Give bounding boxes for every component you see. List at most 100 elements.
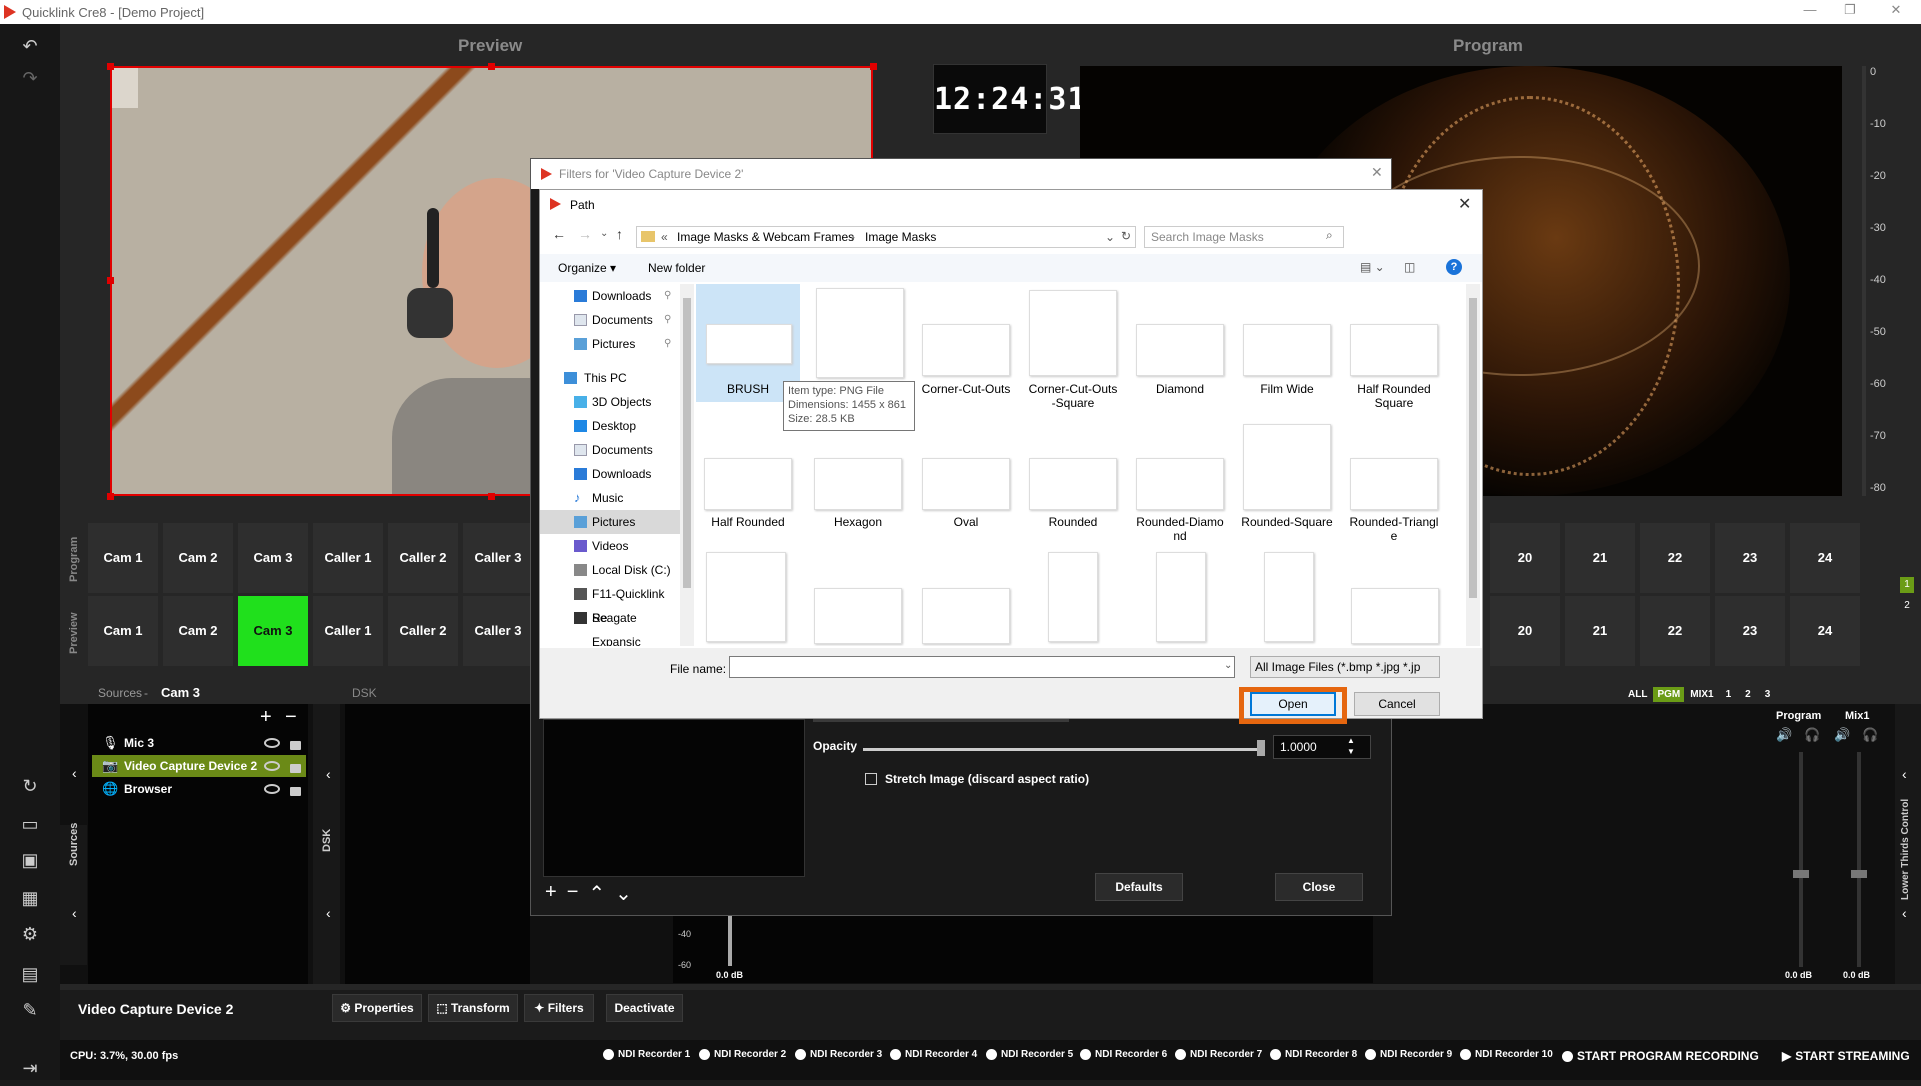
filters-button[interactable]: ✦ Filters: [524, 994, 594, 1022]
opacity-input[interactable]: 1.0000: [1273, 735, 1371, 759]
eye-icon[interactable]: [264, 761, 280, 771]
lock-icon[interactable]: [290, 764, 301, 773]
file-thumbnail[interactable]: [922, 588, 1010, 644]
monitor-icon[interactable]: ▭: [14, 814, 46, 842]
start-streaming-button[interactable]: ▶ START STREAMING: [1782, 1049, 1910, 1063]
mix-tab-active[interactable]: PGM: [1653, 687, 1685, 702]
file-thumbnail[interactable]: [814, 588, 902, 644]
search-input[interactable]: Search Image Masks: [1144, 226, 1344, 248]
file-item[interactable]: Corner-Cut-Outs -Square: [1021, 284, 1125, 414]
opacity-spinner[interactable]: ▲ ▼: [1347, 735, 1355, 757]
file-thumbnail[interactable]: [1048, 552, 1098, 642]
page-indicator[interactable]: 2: [1900, 598, 1914, 614]
nav-item[interactable]: Documents: [540, 438, 680, 462]
new-folder-button[interactable]: New folder: [648, 261, 705, 275]
forward-arrow-icon[interactable]: →: [578, 226, 592, 242]
opacity-slider-handle[interactable]: [1257, 740, 1265, 756]
mixer-fader-handle[interactable]: [1793, 870, 1809, 878]
back-arrow-icon[interactable]: ←: [552, 226, 566, 242]
maximize-button[interactable]: ❐: [1830, 2, 1870, 22]
nav-item[interactable]: Seagate Expansic: [540, 606, 680, 646]
nav-scrollbar[interactable]: [680, 284, 694, 646]
mix-tab[interactable]: 1: [1720, 687, 1738, 702]
grid-icon[interactable]: ▦: [14, 888, 46, 916]
folder-icon[interactable]: ▤: [14, 964, 46, 992]
page-indicator[interactable]: 1: [1900, 577, 1914, 593]
close-icon[interactable]: ✕: [1371, 164, 1383, 181]
organize-button[interactable]: Organize ▾: [558, 261, 616, 275]
filename-input[interactable]: [729, 656, 1235, 678]
file-item[interactable]: Rounded-Square: [1235, 418, 1339, 548]
nav-item[interactable]: Downloads: [540, 462, 680, 486]
headphones-icon[interactable]: 🎧: [1804, 727, 1820, 743]
stretch-checkbox[interactable]: [865, 773, 877, 785]
speaker-icon[interactable]: 🔊: [1834, 727, 1850, 743]
close-button[interactable]: Close: [1275, 873, 1363, 901]
view-options-icon[interactable]: ▤ ⌄: [1360, 260, 1385, 274]
file-item[interactable]: Rounded: [1021, 418, 1125, 548]
ndi-recorder-toggle[interactable]: NDI Recorder 9: [1365, 1049, 1452, 1060]
ndi-recorder-toggle[interactable]: NDI Recorder 7: [1175, 1049, 1262, 1060]
opacity-slider[interactable]: [863, 748, 1263, 751]
screen-icon[interactable]: ▣: [14, 850, 46, 878]
collapse-right-icon[interactable]: ‹: [1902, 766, 1907, 782]
add-source-icon[interactable]: +: [260, 706, 272, 729]
collapse-left-icon[interactable]: ‹: [326, 905, 331, 921]
eye-icon[interactable]: [264, 784, 280, 794]
preview-bus-button[interactable]: Cam 2: [163, 596, 233, 666]
start-program-recording-button[interactable]: START PROGRAM RECORDING: [1562, 1049, 1759, 1063]
up-arrow-icon[interactable]: ↑: [616, 226, 623, 242]
deactivate-button[interactable]: Deactivate: [606, 994, 683, 1022]
refresh-icon[interactable]: ↻: [1121, 229, 1131, 243]
program-bus-button[interactable]: 22: [1640, 523, 1710, 593]
collapse-right-icon[interactable]: ‹: [1902, 905, 1907, 921]
transform-button[interactable]: ⬚ Transform: [428, 994, 518, 1022]
nav-item[interactable]: Downloads ⚲: [540, 284, 680, 308]
file-item[interactable]: Corner-Cut-Outs: [914, 284, 1018, 414]
file-item[interactable]: Rounded-Diamo nd: [1128, 418, 1232, 548]
file-thumbnail[interactable]: [706, 552, 786, 642]
file-item[interactable]: Oval: [914, 418, 1018, 548]
preview-bus-button[interactable]: Caller 3: [463, 596, 533, 666]
address-bar[interactable]: « Image Masks & Webcam Frames › Image Ma…: [636, 226, 1136, 248]
nav-item[interactable]: Local Disk (C:): [540, 558, 680, 582]
source-item[interactable]: 🌐 Browser: [92, 778, 306, 800]
lock-icon[interactable]: [290, 787, 301, 796]
chevron-down-icon[interactable]: ⌄: [1224, 660, 1232, 671]
exit-icon[interactable]: ⇥: [14, 1058, 46, 1086]
cancel-button[interactable]: Cancel: [1354, 692, 1440, 716]
preview-bus-button[interactable]: Caller 2: [388, 596, 458, 666]
preview-bus-button-active[interactable]: Cam 3: [238, 596, 308, 666]
program-bus-button[interactable]: 23: [1715, 523, 1785, 593]
nav-item[interactable]: This PC: [540, 366, 680, 390]
file-thumbnail[interactable]: [1156, 552, 1206, 642]
preview-bus-button[interactable]: 21: [1565, 596, 1635, 666]
program-bus-button[interactable]: Cam 3: [238, 523, 308, 593]
ndi-recorder-toggle[interactable]: NDI Recorder 1: [603, 1049, 690, 1060]
minimize-button[interactable]: —: [1790, 2, 1830, 22]
help-icon[interactable]: ?: [1446, 259, 1462, 275]
preview-bus-button[interactable]: 20: [1490, 596, 1560, 666]
nav-item-selected[interactable]: Pictures: [540, 510, 680, 534]
collapse-left-icon[interactable]: ‹: [72, 765, 77, 781]
properties-button[interactable]: ⚙ Properties: [332, 994, 422, 1022]
ndi-recorder-toggle[interactable]: NDI Recorder 3: [795, 1049, 882, 1060]
nav-item[interactable]: Documents ⚲: [540, 308, 680, 332]
ndi-recorder-toggle[interactable]: NDI Recorder 10: [1460, 1049, 1553, 1060]
program-bus-button[interactable]: Caller 3: [463, 523, 533, 593]
mix-tab[interactable]: 3: [1759, 687, 1777, 702]
nav-item[interactable]: F11-Quicklink Re: [540, 582, 680, 625]
nav-item[interactable]: Desktop: [540, 414, 680, 438]
nav-item[interactable]: Videos: [540, 534, 680, 558]
resize-handle[interactable]: [870, 63, 877, 70]
breadcrumb-item[interactable]: Image Masks: [865, 230, 936, 244]
defaults-button[interactable]: Defaults: [1095, 873, 1183, 901]
resize-handle[interactable]: [107, 493, 114, 500]
remove-source-icon[interactable]: −: [285, 706, 297, 729]
add-filter-icon[interactable]: +: [545, 881, 557, 906]
speaker-icon[interactable]: 🔊: [1776, 727, 1792, 743]
preview-pane-icon[interactable]: ◫: [1404, 260, 1415, 274]
preview-bus-button[interactable]: 23: [1715, 596, 1785, 666]
refresh-icon[interactable]: ↻: [14, 776, 46, 804]
redo-icon[interactable]: ↷: [14, 68, 46, 96]
